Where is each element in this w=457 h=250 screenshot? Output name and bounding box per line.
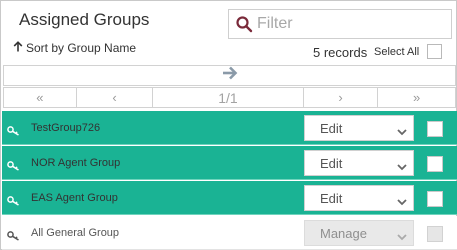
last-page-button[interactable]: » [378,88,455,107]
pagination: « ‹ 1/1 › » [3,87,456,108]
group-row[interactable]: EAS Agent Group Edit [2,181,457,215]
group-row[interactable]: TestGroup726 Edit [2,111,457,145]
move-forward-button[interactable] [3,65,456,86]
action-select[interactable]: Edit [304,150,414,176]
arrow-right-icon [222,66,238,85]
action-select[interactable]: Edit [304,115,414,141]
row-checkbox[interactable] [427,121,443,137]
chevron-down-icon [397,229,407,241]
group-row[interactable]: NOR Agent Group Edit [2,146,457,180]
key-icon [7,228,21,241]
row-checkbox[interactable] [427,191,443,207]
search-icon [231,10,257,38]
prev-page-button[interactable]: ‹ [77,88,154,107]
records-count: 5 records [313,45,368,60]
action-select[interactable]: Edit [304,185,414,211]
action-select-value: Edit [320,190,343,206]
chevron-down-icon [397,194,407,206]
sort-label: Sort by Group Name [26,41,137,55]
group-row[interactable]: All General Group Manage [2,216,457,250]
key-icon [7,158,21,171]
next-page-button[interactable]: › [304,88,379,107]
assigned-groups-panel: Assigned Groups Sort by Group Name 5 rec… [0,0,457,250]
key-icon [7,193,21,206]
group-name: All General Group [31,226,120,239]
page-indicator: 1/1 [153,88,304,107]
select-all-checkbox[interactable] [427,44,442,59]
group-name: NOR Agent Group [31,156,121,169]
panel-title: Assigned Groups [19,10,150,29]
filter-box[interactable] [228,9,452,39]
action-select-value: Edit [320,155,343,171]
row-checkbox [427,226,443,242]
action-select-value: Edit [320,120,343,136]
chevron-down-icon [397,159,407,171]
filter-input[interactable] [257,15,437,33]
select-all-label: Select All [374,46,420,58]
arrow-up-icon [13,41,23,55]
sort-by-group-name[interactable]: Sort by Group Name [13,41,136,55]
row-checkbox[interactable] [427,156,443,172]
key-icon [7,123,21,136]
action-select-value: Manage [320,225,367,241]
chevron-down-icon [397,124,407,136]
group-name: EAS Agent Group [31,191,118,204]
first-page-button[interactable]: « [4,88,77,107]
group-name: TestGroup726 [31,121,101,134]
action-select: Manage [304,220,414,246]
